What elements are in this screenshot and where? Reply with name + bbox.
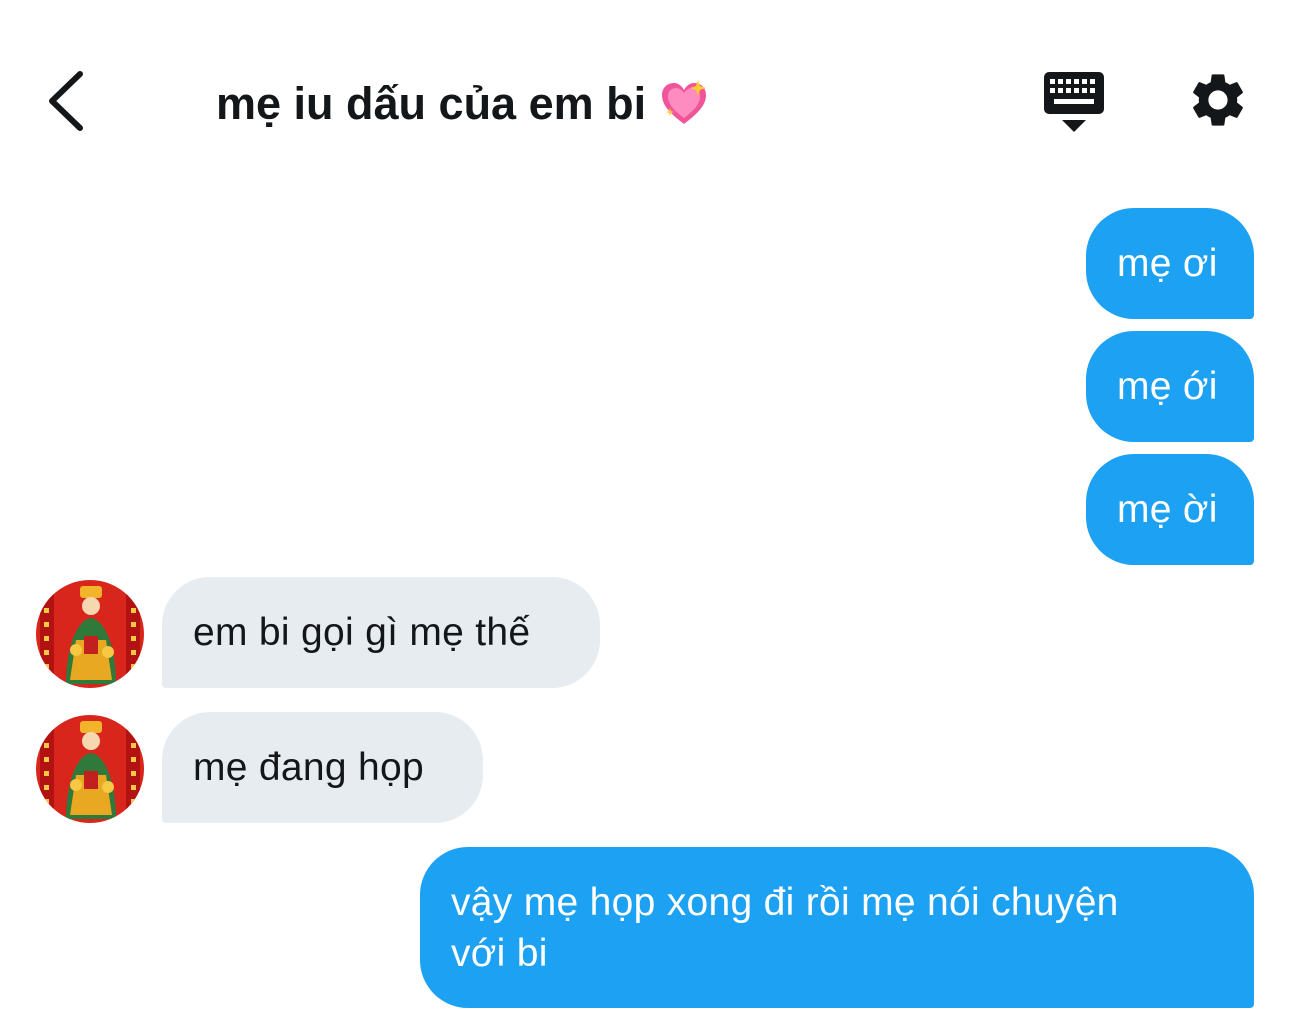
god-of-wealth-avatar-image <box>36 580 144 688</box>
message-bubble-outgoing[interactable]: mẹ ời <box>1086 454 1254 565</box>
back-button[interactable] <box>40 68 96 134</box>
message-bubble-incoming[interactable]: mẹ đang họp <box>162 712 483 823</box>
sparkling-heart-icon <box>662 80 707 124</box>
dm-conversation-screen: mẹ iu dấu của em bi mẹ ơi mẹ ới mẹ ời em… <box>0 0 1290 1011</box>
message-bubble-outgoing[interactable]: mẹ ới <box>1086 331 1254 442</box>
conversation-title[interactable]: mẹ iu dấu của em bi <box>216 76 710 132</box>
message-text: mẹ đang họp <box>193 745 424 789</box>
message-bubble-outgoing[interactable]: vậy mẹ họp xong đi rồi mẹ nói chuyện với… <box>420 847 1254 1008</box>
avatar[interactable] <box>36 715 144 823</box>
conversation-title-text: mẹ iu dấu của em bi <box>216 78 647 129</box>
keyboard-toggle-button[interactable] <box>1040 70 1108 134</box>
message-text: em bi gọi gì mẹ thế <box>193 610 531 654</box>
settings-button[interactable] <box>1186 68 1250 132</box>
message-text: mẹ ơi <box>1117 241 1218 285</box>
keyboard-hide-icon <box>1044 72 1104 132</box>
message-text: mẹ ời <box>1117 487 1218 531</box>
gear-icon <box>1193 74 1243 126</box>
message-bubble-outgoing[interactable]: mẹ ơi <box>1086 208 1254 319</box>
chevron-left-icon <box>49 71 83 131</box>
god-of-wealth-avatar-image <box>36 715 144 823</box>
avatar[interactable] <box>36 580 144 688</box>
message-text: mẹ ới <box>1117 364 1218 408</box>
message-text: vậy mẹ họp xong đi rồi mẹ nói chuyện với… <box>451 880 1119 975</box>
message-bubble-incoming[interactable]: em bi gọi gì mẹ thế <box>162 577 600 688</box>
